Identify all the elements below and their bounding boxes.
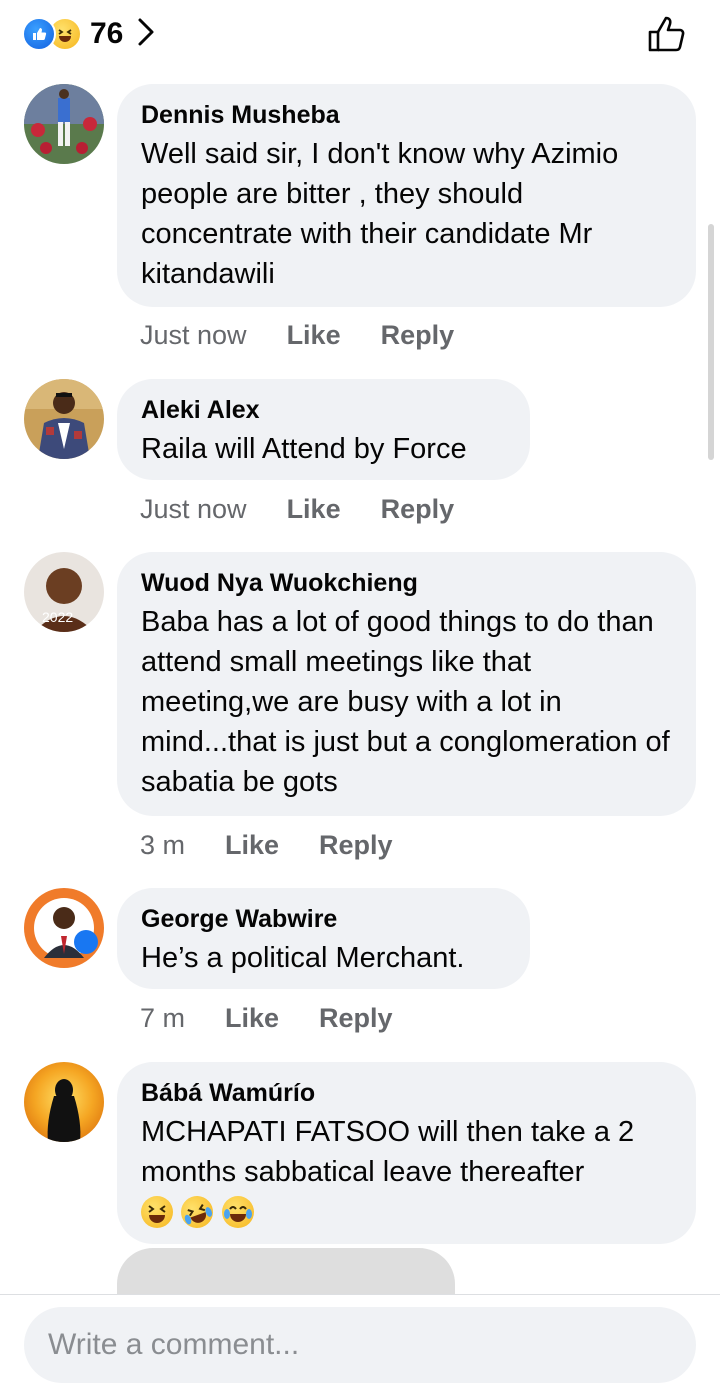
comment-bubble[interactable]: Aleki Alex Raila will Attend by Force — [117, 379, 530, 480]
avatar[interactable]: 2022 — [24, 552, 104, 632]
reaction-count: 76 — [90, 17, 124, 50]
emoji-row — [141, 1191, 672, 1233]
thumbs-up-outline-icon[interactable] — [646, 12, 690, 56]
comment-text: Well said sir, I don't know why Azimio p… — [141, 138, 619, 290]
avatar[interactable] — [24, 1062, 104, 1142]
commenter-name[interactable]: George Wabwire — [141, 904, 506, 934]
comment-composer-bar — [0, 1294, 720, 1397]
like-button[interactable]: Like — [225, 1003, 279, 1034]
comment-bubble[interactable]: Wuod Nya Wuokchieng Baba has a lot of go… — [117, 552, 696, 816]
comment-text: Raila will Attend by Force — [141, 433, 467, 465]
comment-timestamp[interactable]: Just now — [140, 494, 247, 525]
comment-timestamp[interactable]: Just now — [140, 320, 247, 351]
grinning-squint-icon — [141, 1196, 173, 1228]
reply-button[interactable]: Reply — [319, 1003, 393, 1034]
comment-actions: Just now Like Reply — [140, 320, 454, 351]
commenter-name[interactable]: Aleki Alex — [141, 395, 506, 425]
avatar[interactable] — [24, 379, 104, 459]
like-button[interactable]: Like — [287, 320, 341, 351]
commenter-name[interactable]: Bábá Wamúrío — [141, 1078, 672, 1108]
comment-bubble[interactable]: Dennis Musheba Well said sir, I don't kn… — [117, 84, 696, 307]
comment-bubble[interactable]: Bábá Wamúrío MCHAPATI FATSOO will then t… — [117, 1062, 696, 1244]
like-button[interactable]: Like — [225, 830, 279, 861]
comment-text: He’s a political Merchant. — [141, 942, 465, 974]
comment-input[interactable] — [24, 1307, 696, 1383]
comment-text: Baba has a lot of good things to do than… — [141, 606, 670, 798]
avatar[interactable] — [24, 888, 104, 968]
reactions-header: 76 — [0, 0, 720, 70]
like-reaction-icon — [22, 17, 56, 51]
comment-timestamp[interactable]: 7 m — [140, 1003, 185, 1034]
rolling-laughing-icon — [176, 1191, 218, 1233]
reply-button[interactable]: Reply — [381, 494, 455, 525]
comment-actions: 3 m Like Reply — [140, 830, 393, 861]
avatar[interactable] — [24, 84, 104, 164]
commenter-name[interactable]: Dennis Musheba — [141, 100, 672, 130]
comment-text: MCHAPATI FATSOO will then take a 2 month… — [141, 1116, 635, 1188]
svg-text:2022: 2022 — [42, 609, 73, 625]
reactions-summary[interactable]: 76 — [22, 14, 155, 54]
scrollbar[interactable] — [708, 224, 714, 460]
comment-bubble[interactable]: George Wabwire He’s a political Merchant… — [117, 888, 530, 989]
reply-button[interactable]: Reply — [381, 320, 455, 351]
like-button[interactable]: Like — [287, 494, 341, 525]
tears-of-joy-icon — [221, 1196, 254, 1228]
chevron-right-icon — [137, 17, 155, 52]
comment-actions: 7 m Like Reply — [140, 1003, 393, 1034]
comment-actions: Just now Like Reply — [140, 494, 454, 525]
reply-button[interactable]: Reply — [319, 830, 393, 861]
commenter-name[interactable]: Wuod Nya Wuokchieng — [141, 568, 672, 598]
comment-timestamp[interactable]: 3 m — [140, 830, 185, 861]
